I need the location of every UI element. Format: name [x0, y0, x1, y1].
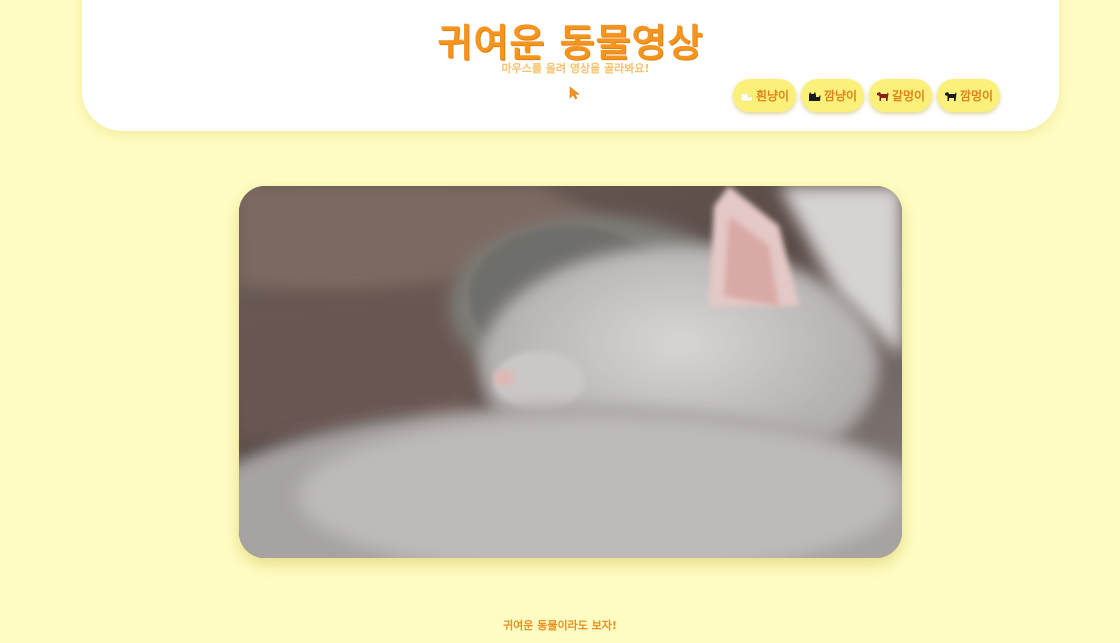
page-subtitle: 마우스를 올려 영상을 골라봐요!: [501, 62, 650, 75]
mouse-cursor-icon: [569, 86, 580, 100]
black-dog-button[interactable]: 깜멍이: [937, 79, 1000, 112]
sleeping-cats-video-frame: [239, 186, 902, 558]
white-cat-icon: [740, 90, 753, 101]
brown-dog-button[interactable]: 갈멍이: [869, 79, 932, 112]
animal-video-player[interactable]: [239, 186, 902, 558]
black-dog-label: 깜멍이: [959, 89, 994, 103]
pet-button-row: 흰냥이 깜냥이 갈멍이 깜멍이: [733, 79, 1000, 112]
black-dog-icon: [944, 91, 957, 101]
footer-text: 귀여운 동물이라도 보자!: [503, 619, 617, 632]
black-cat-icon: [808, 91, 821, 101]
page-title: 귀여운 동물영상: [437, 21, 704, 65]
brown-dog-label: 갈멍이: [891, 89, 926, 103]
white-cat-button[interactable]: 흰냥이: [733, 79, 796, 112]
brown-dog-icon: [876, 91, 889, 101]
header-panel: 귀여운 동물영상 마우스를 올려 영상을 골라봐요! 흰냥이 깜냥이 갈멍이 깜…: [82, 0, 1059, 131]
black-cat-label: 깜냥이: [823, 89, 858, 103]
white-cat-label: 흰냥이: [755, 89, 790, 103]
black-cat-button[interactable]: 깜냥이: [801, 79, 864, 112]
